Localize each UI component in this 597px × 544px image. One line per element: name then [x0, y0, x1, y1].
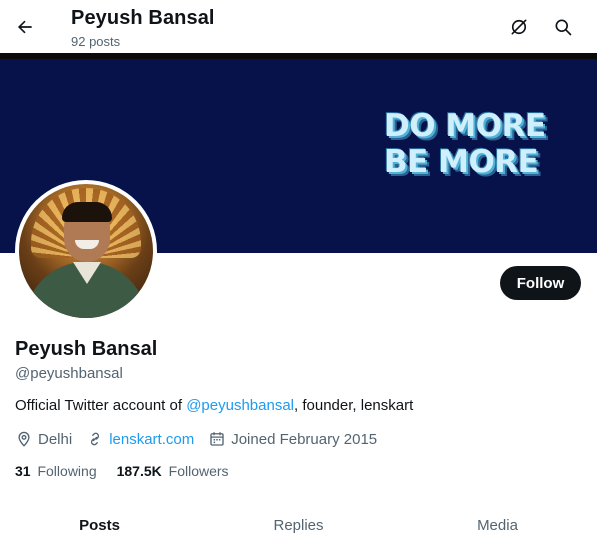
follow-button[interactable]: Follow: [500, 266, 581, 300]
bio-prefix: Official Twitter account of: [15, 397, 187, 414]
grok-button[interactable]: [508, 16, 530, 38]
profile-header: Peyush Bansal 92 posts: [0, 0, 597, 53]
posts-count: 92 posts: [71, 34, 121, 49]
location-item: Delhi: [15, 430, 72, 448]
following-link[interactable]: 31 Following: [15, 463, 97, 479]
joined-item: Joined February 2015: [208, 430, 377, 448]
website-link[interactable]: lenskart.com: [109, 431, 194, 448]
grok-icon: [511, 19, 527, 35]
bio-suffix: , founder, lenskart: [294, 397, 414, 414]
followers-count: 187.5K: [116, 463, 162, 479]
following-count: 31: [15, 463, 31, 479]
tab-posts[interactable]: Posts: [0, 504, 199, 544]
avatar-image: [19, 184, 153, 318]
profile-tabs: Posts Replies Media: [0, 504, 597, 544]
avatar[interactable]: [15, 180, 157, 322]
banner-divider: [0, 53, 597, 59]
banner-line-1: DO MORE: [384, 108, 546, 144]
following-label: Following: [37, 463, 97, 479]
location-pin-icon: [18, 431, 30, 447]
display-name: Peyush Bansal: [15, 338, 158, 360]
calendar-icon: [210, 432, 224, 446]
follow-counts: 31 Following 187.5K Followers: [15, 463, 249, 479]
website-item: lenskart.com: [86, 430, 194, 448]
joined-text: Joined February 2015: [231, 430, 378, 448]
back-button[interactable]: [12, 14, 38, 40]
header-title: Peyush Bansal: [71, 7, 215, 29]
link-icon: [91, 432, 100, 446]
bio: Official Twitter account of @peyushbansa…: [15, 397, 413, 414]
bio-mention-link[interactable]: @peyushbansal: [186, 397, 294, 414]
location-text: Delhi: [38, 430, 73, 448]
arrow-left-icon: [17, 20, 32, 34]
profile-meta: Delhi lenskart.com Joined February 2015: [15, 429, 391, 449]
tab-replies[interactable]: Replies: [199, 504, 398, 544]
followers-label: Followers: [168, 463, 229, 479]
followers-link[interactable]: 187.5K Followers: [117, 463, 229, 479]
banner-line-2: BE MORE: [384, 144, 539, 180]
user-handle: @peyushbansal: [15, 365, 123, 382]
search-icon: [555, 19, 572, 36]
banner-slogan: DO MORE BE MORE: [384, 108, 564, 180]
search-button[interactable]: [552, 16, 574, 38]
tab-media[interactable]: Media: [398, 504, 597, 544]
